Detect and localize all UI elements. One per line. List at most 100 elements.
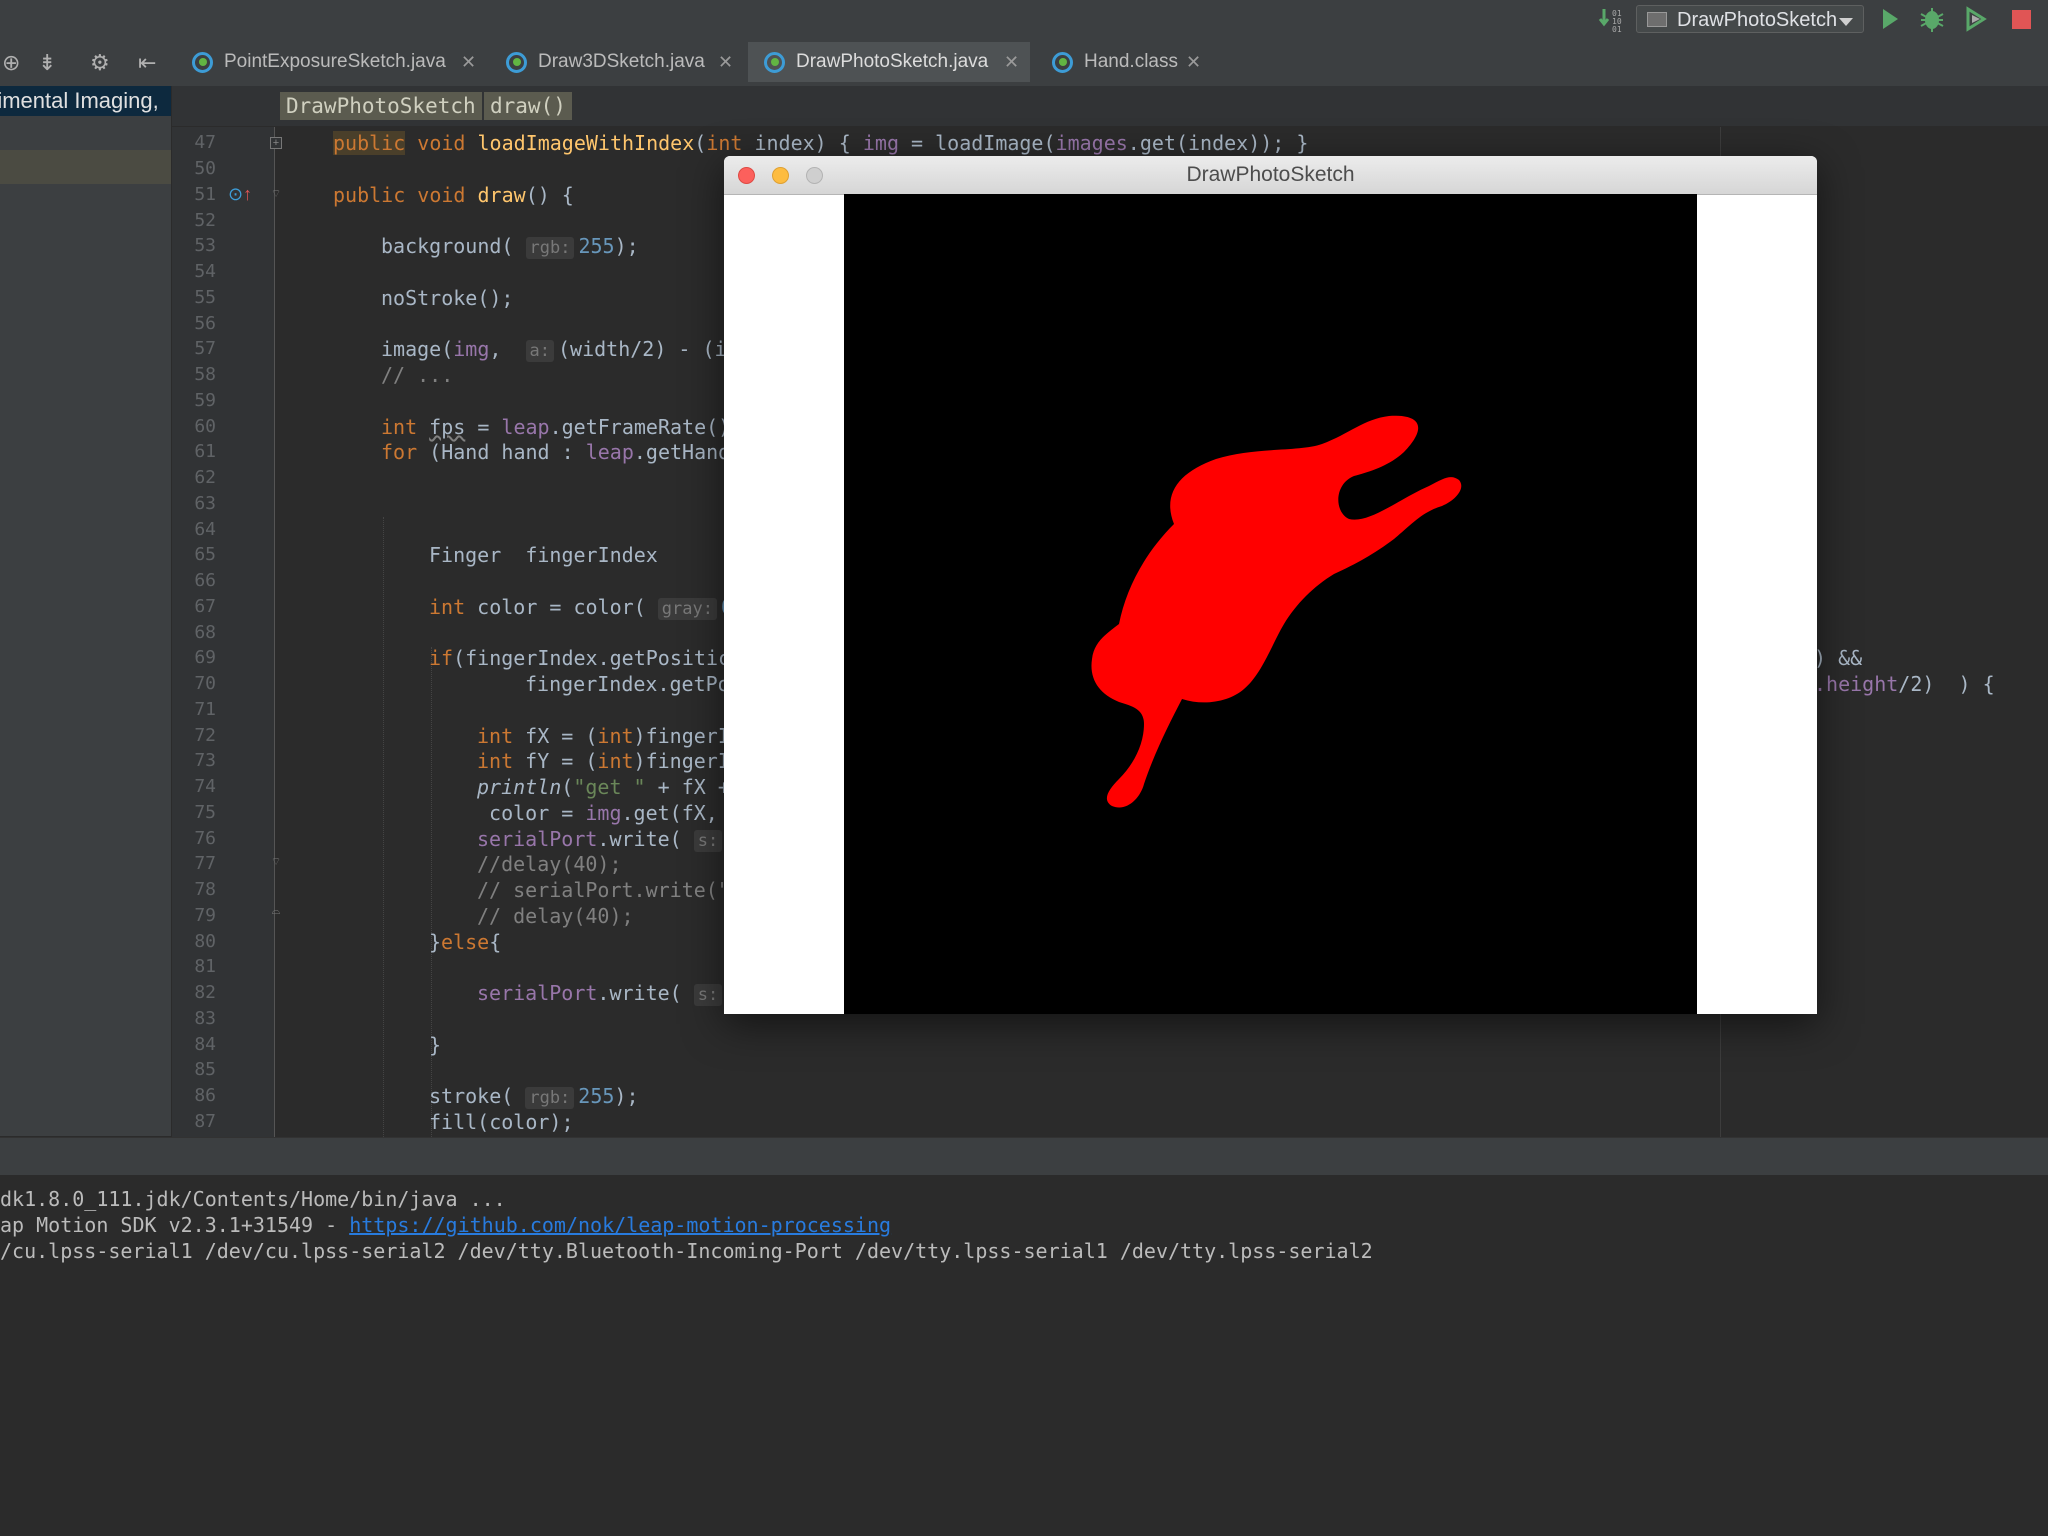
rabbit-shape [1091,415,1462,808]
line-number: 81 [194,956,216,977]
line-number: 73 [194,750,216,771]
breadcrumb-method[interactable]: draw() [484,92,572,120]
line-number: 56 [194,313,216,334]
line-number: 76 [194,828,216,849]
code-line-73: int fY = (int)fingerI [477,749,730,773]
tab-label: Draw3DSketch.java [538,51,705,72]
param-hint: s: [693,984,723,1006]
sketch-titlebar[interactable]: DrawPhotoSketch [724,156,1817,195]
project-panel: rimental Imaging, [0,86,172,1136]
line-number: 82 [194,982,216,1003]
code-line-80: }else{ [429,930,502,954]
editor-tab-bar: ⊕ ⇟ ⚙ ⇤ PointExposureSketch.java ✕ Draw3… [0,38,2048,87]
run-configuration-select[interactable]: DrawPhotoSketch [1636,5,1864,33]
line-number: 79 [194,905,216,926]
breadcrumb-class[interactable]: DrawPhotoSketch [280,92,482,120]
run-icon[interactable] [1876,6,1904,32]
code-line-65: Finger fingerIndex [429,543,658,567]
sketch-window-title: DrawPhotoSketch [1186,163,1355,186]
sketch-window[interactable]: DrawPhotoSketch [724,156,1817,1014]
compiled-class-icon [1052,52,1073,73]
breadcrumb: DrawPhotoSketch draw() [172,86,2048,127]
java-class-icon [506,52,527,73]
code-line-78: // serialPort.write(" [477,878,730,902]
indent-guide [383,517,384,1137]
run-panel-header [0,1137,2048,1176]
tab-draw3d-sketch[interactable]: Draw3DSketch.java ✕ [490,42,742,82]
run-configuration-label: DrawPhotoSketch [1677,9,1838,31]
code-line-70: fingerIndex.getPo [525,672,730,696]
line-number: 60 [194,416,216,437]
rabbit-silhouette [1091,415,1462,808]
indent-guide [431,647,432,1137]
line-number: 65 [194,544,216,565]
gear-icon[interactable]: ⚙ [90,50,110,76]
tab-label: Hand.class [1084,51,1178,72]
line-number: 80 [194,931,216,952]
fold-collapse-icon[interactable]: ⌔ [270,189,282,201]
code-line-79: // delay(40); [477,904,634,928]
code-line-84: } [429,1033,442,1057]
tab-hand-class[interactable]: Hand.class ✕ [1036,42,1214,82]
fold-collapse-icon[interactable]: ⌔ [270,857,282,869]
tab-draw-photo-sketch[interactable]: DrawPhotoSketch.java ✕ [748,42,1030,82]
hide-panel-icon[interactable]: ⇤ [138,50,156,76]
tab-point-exposure-sketch[interactable]: PointExposureSketch.java ✕ [176,42,486,82]
svg-text:01: 01 [1612,25,1622,32]
code-line-55: noStroke(); [381,286,514,310]
close-icon[interactable]: ✕ [718,42,733,82]
code-line-77: //delay(40); [477,852,622,876]
debug-icon[interactable] [1918,6,1946,32]
chevron-down-icon [1839,18,1853,26]
line-number: 61 [194,441,216,462]
line-number: 68 [194,622,216,643]
vcs-update-icon[interactable]: 01 10 01 [1598,6,1626,34]
param-hint: s: [693,830,723,852]
console-link[interactable]: https://github.com/nok/leap-motion-proce… [349,1213,891,1237]
line-number: 59 [194,390,216,411]
project-root-item[interactable]: rimental Imaging, [0,86,171,116]
console-line: /cu.lpss-serial1 /dev/cu.lpss-serial2 /d… [0,1239,1373,1263]
line-number: 67 [194,596,216,617]
line-number: 78 [194,879,216,900]
close-icon[interactable]: ✕ [461,42,476,82]
java-class-icon [764,52,785,73]
line-number: 66 [194,570,216,591]
main-toolbar: 01 10 01 DrawPhotoSketch [0,0,2048,38]
java-class-icon [192,52,213,73]
coverage-icon[interactable] [1962,6,1990,32]
target-icon[interactable]: ⊕ [2,50,20,76]
line-number: 53 [194,235,216,256]
line-number: 62 [194,467,216,488]
fold-expand-icon[interactable]: + [270,137,282,149]
line-number: 47 [194,132,216,153]
line-number: 57 [194,338,216,359]
line-number: 70 [194,673,216,694]
stop-icon[interactable] [2008,6,2036,32]
collapse-all-icon[interactable]: ⇟ [38,50,56,76]
code-line-72: int fX = (int)fingerI [477,724,730,748]
code-line-57: image(img, a: (width/2) - (i [381,337,727,362]
application-icon [1647,12,1667,27]
line-number: 64 [194,519,216,540]
fold-end-icon[interactable]: ⌓ [270,906,282,918]
param-hint: a: [525,340,554,362]
project-selected-row[interactable] [0,150,171,184]
close-icon[interactable]: ✕ [1186,42,1201,82]
line-number: 83 [194,1008,216,1029]
code-line-60: int fps = leap.getFrameRate() [381,415,731,439]
override-marker-icon[interactable]: ⊙↑ [228,184,252,205]
console-line: ap Motion SDK v2.3.1+31549 - https://git… [0,1213,892,1237]
close-icon[interactable]: ✕ [1004,42,1019,82]
line-number: 75 [194,802,216,823]
param-hint: gray: [657,598,717,620]
code-line-74: println("get " + fX + [477,775,730,799]
code-line-75: color = img.get(fX, [477,801,718,825]
code-line-53: background( rgb: 255); [381,234,639,259]
code-line-61: for (Hand hand : leap.getHand [381,440,731,464]
sketch-canvas[interactable] [844,194,1697,1014]
run-console[interactable]: dk1.8.0_111.jdk/Contents/Home/bin/java .… [0,1175,2048,1536]
code-line-82: serialPort.write( s:' [477,980,738,1006]
line-number: 85 [194,1059,216,1080]
line-number: 51 [194,184,216,205]
